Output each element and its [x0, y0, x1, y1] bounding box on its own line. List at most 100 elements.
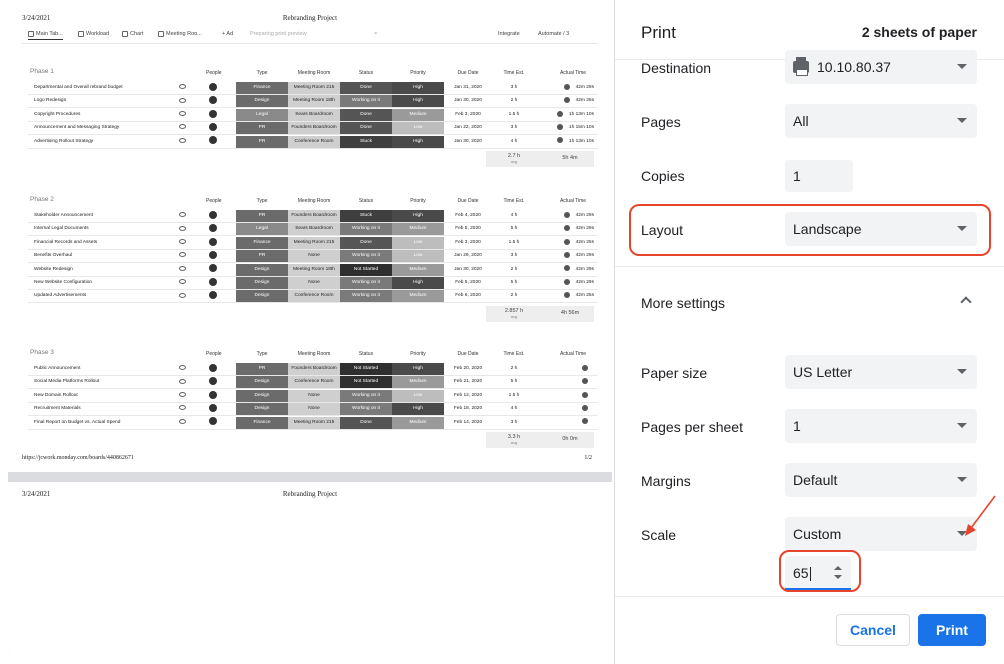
avatar [206, 122, 220, 134]
actual-time-cell: 42m 29s [542, 264, 598, 276]
actual-time-cell: 42m 25s [542, 237, 598, 249]
margins-select[interactable]: Default [785, 463, 977, 497]
comment-bubble-icon [178, 111, 186, 117]
table-icon [28, 31, 34, 37]
type-cell: Design [236, 263, 288, 276]
table-row: Benefits Overhaul PR None Working on it Low J… [28, 250, 598, 264]
summary-time-estimate: 2.7 h avg [507, 153, 521, 164]
meeting-room-cell: None [288, 250, 340, 263]
board-toolbar: Main Tab... Workload Chart Meeting Roo..… [22, 28, 598, 44]
status-badge: Done [340, 236, 392, 249]
comment-icon [178, 264, 186, 276]
item-name: Stakeholder Announcement [34, 213, 93, 218]
more-settings-toggle[interactable]: More settings [641, 295, 725, 311]
table-row: Advertising Rollout Strategy PR Conference… [28, 135, 598, 149]
actual-time-cell [542, 417, 598, 429]
priority-badge: High [392, 210, 444, 222]
play-icon [563, 83, 570, 90]
avatar-icon [209, 417, 217, 426]
status-badge: Done [340, 108, 392, 121]
copies-input[interactable]: 1 [785, 160, 853, 192]
scale-select[interactable]: Custom [785, 517, 977, 551]
comment-icon [178, 363, 186, 375]
column-header: Meeting Room [297, 70, 331, 76]
actual-time-cell: 1h 15m 10s [542, 122, 598, 134]
column-header: Meeting Room [297, 351, 331, 357]
destination-select[interactable]: 10.10.80.37 [785, 50, 977, 84]
avatar [206, 264, 220, 276]
dropdown-arrow-icon [957, 369, 967, 374]
status-badge: Working on it [340, 290, 392, 303]
meeting-room-cell: Conference Room [288, 135, 340, 148]
column-header: Actual Time [559, 351, 587, 357]
status-badge: Working on it [340, 223, 392, 236]
column-header: Status [358, 198, 374, 204]
scale-label: Scale [641, 527, 677, 543]
spin-down-icon[interactable] [834, 575, 842, 579]
status-badge: Working on it [340, 95, 392, 108]
column-header: Type [256, 198, 268, 204]
avatar [206, 109, 220, 121]
meeting-room-cell: None [288, 389, 340, 402]
status-badge: Working on it [340, 403, 392, 416]
due-date-cell: Jan 30, 2020 [454, 266, 482, 272]
pages-select[interactable]: All [785, 104, 977, 138]
scale-percent-input[interactable]: 65 [785, 556, 851, 590]
actual-time-cell: 42m 29s [542, 82, 598, 94]
spin-up-icon[interactable] [834, 566, 842, 570]
table-row: Logo Redesign Design Meeting Room 18th Work… [28, 95, 598, 109]
actual-time-cell: 42m 25s [542, 290, 598, 302]
meeting-room-cell: Meeting Room 18th [288, 263, 340, 276]
item-name: Final Report on Budget vs. Actual Spend [34, 419, 121, 425]
actual-time-cell: 42m 29s [542, 210, 598, 222]
comment-bubble-icon [178, 418, 186, 424]
avatar [206, 82, 220, 94]
pages-per-sheet-select[interactable]: 1 [785, 409, 977, 443]
paper-size-label: Paper size [641, 365, 708, 381]
item-name: Benefits Overhaul [34, 253, 73, 259]
comment-bubble-icon [178, 265, 186, 271]
play-icon [556, 123, 563, 130]
cancel-button[interactable]: Cancel [836, 614, 910, 646]
comment-icon [178, 122, 186, 134]
comment-icon [178, 109, 186, 121]
layout-select[interactable]: Landscape [785, 212, 977, 246]
column-header: People [206, 198, 222, 204]
avatar-icon [209, 377, 217, 386]
comment-icon [178, 223, 186, 235]
chevron-up-icon[interactable] [960, 296, 972, 308]
time-estimate-cell: 1.5 h [508, 111, 520, 117]
priority-badge: Medium [392, 416, 444, 429]
play-icon [563, 278, 570, 285]
print-button[interactable]: Print [918, 614, 986, 646]
chart-icon [122, 31, 128, 37]
avatar-icon [209, 96, 217, 105]
paper-size-select[interactable]: US Letter [785, 355, 977, 389]
table-row: Final Report on Budget vs. Actual Spend F… [28, 416, 598, 430]
layout-label: Layout [641, 222, 684, 238]
column-header: Priority [410, 70, 426, 76]
actual-time-cell: 42m 29s [542, 277, 598, 289]
avatar-icon [209, 109, 217, 118]
time-estimate-cell: 3 h [510, 419, 518, 425]
group-title: Phase 3 [30, 349, 54, 356]
comment-icon [178, 95, 186, 107]
priority-badge: High [392, 95, 444, 108]
comment-icon [178, 417, 186, 429]
priority-badge: High [392, 82, 444, 94]
type-cell: Finance [236, 416, 288, 429]
due-date-cell: Feb 5, 2020 [455, 226, 481, 232]
time-estimate-cell: 4 h [510, 138, 518, 144]
comment-bubble-icon [178, 252, 186, 258]
item-name: Departmental and Overall rebrand budget [34, 85, 123, 90]
play-icon [563, 211, 570, 218]
column-header: Meeting Room [297, 198, 331, 204]
status-badge: Working on it [340, 277, 392, 289]
comment-icon [178, 210, 186, 222]
annotation-arrow-icon [965, 495, 996, 536]
status-badge: Working on it [340, 250, 392, 263]
column-header: Priority [410, 351, 426, 357]
avatar-icon [209, 82, 217, 91]
automate-button: Automate / 3 [538, 31, 570, 37]
avatar [206, 417, 220, 429]
